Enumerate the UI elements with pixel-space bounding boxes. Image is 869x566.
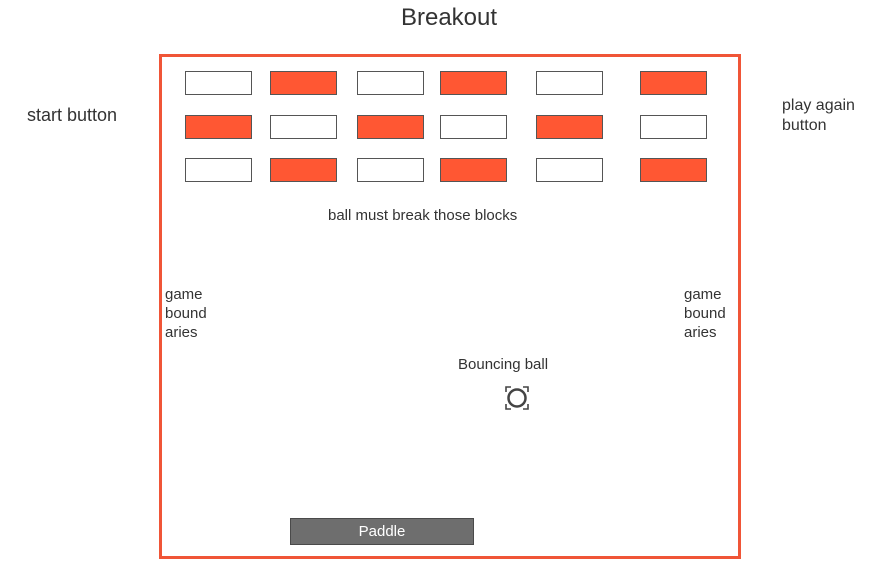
brick-r3-c1 bbox=[185, 158, 252, 182]
brick-r1-c6 bbox=[640, 71, 707, 95]
paddle-label: Paddle bbox=[358, 523, 406, 540]
brick-r1-c5 bbox=[536, 71, 603, 95]
brick-r3-c4 bbox=[440, 158, 507, 182]
brick-r2-c3 bbox=[357, 115, 424, 139]
brick-r3-c2 bbox=[270, 158, 337, 182]
brick-r2-c1 bbox=[185, 115, 252, 139]
brick-r1-c1 bbox=[185, 71, 252, 95]
brick-r2-c4 bbox=[440, 115, 507, 139]
right-boundary-label: game bound aries bbox=[684, 286, 726, 341]
blocks-caption: ball must break those blocks bbox=[328, 207, 518, 224]
start-button-label: start button bbox=[27, 105, 118, 125]
ball-caption: Bouncing ball bbox=[458, 356, 549, 373]
paddle[interactable]: Paddle bbox=[290, 518, 474, 545]
brick-r2-c6 bbox=[640, 115, 707, 139]
brick-r1-c2 bbox=[270, 71, 337, 95]
brick-r3-c3 bbox=[357, 158, 424, 182]
brick-r1-c4 bbox=[440, 71, 507, 95]
left-boundary-label: game bound aries bbox=[165, 286, 207, 341]
ball-icon bbox=[505, 386, 529, 410]
brick-r3-c5 bbox=[536, 158, 603, 182]
brick-r2-c5 bbox=[536, 115, 603, 139]
play-again-button-label: play again button bbox=[782, 97, 855, 134]
brick-r3-c6 bbox=[640, 158, 707, 182]
brick-r2-c2 bbox=[270, 115, 337, 139]
game-title: Breakout bbox=[400, 4, 498, 31]
brick-r1-c3 bbox=[357, 71, 424, 95]
